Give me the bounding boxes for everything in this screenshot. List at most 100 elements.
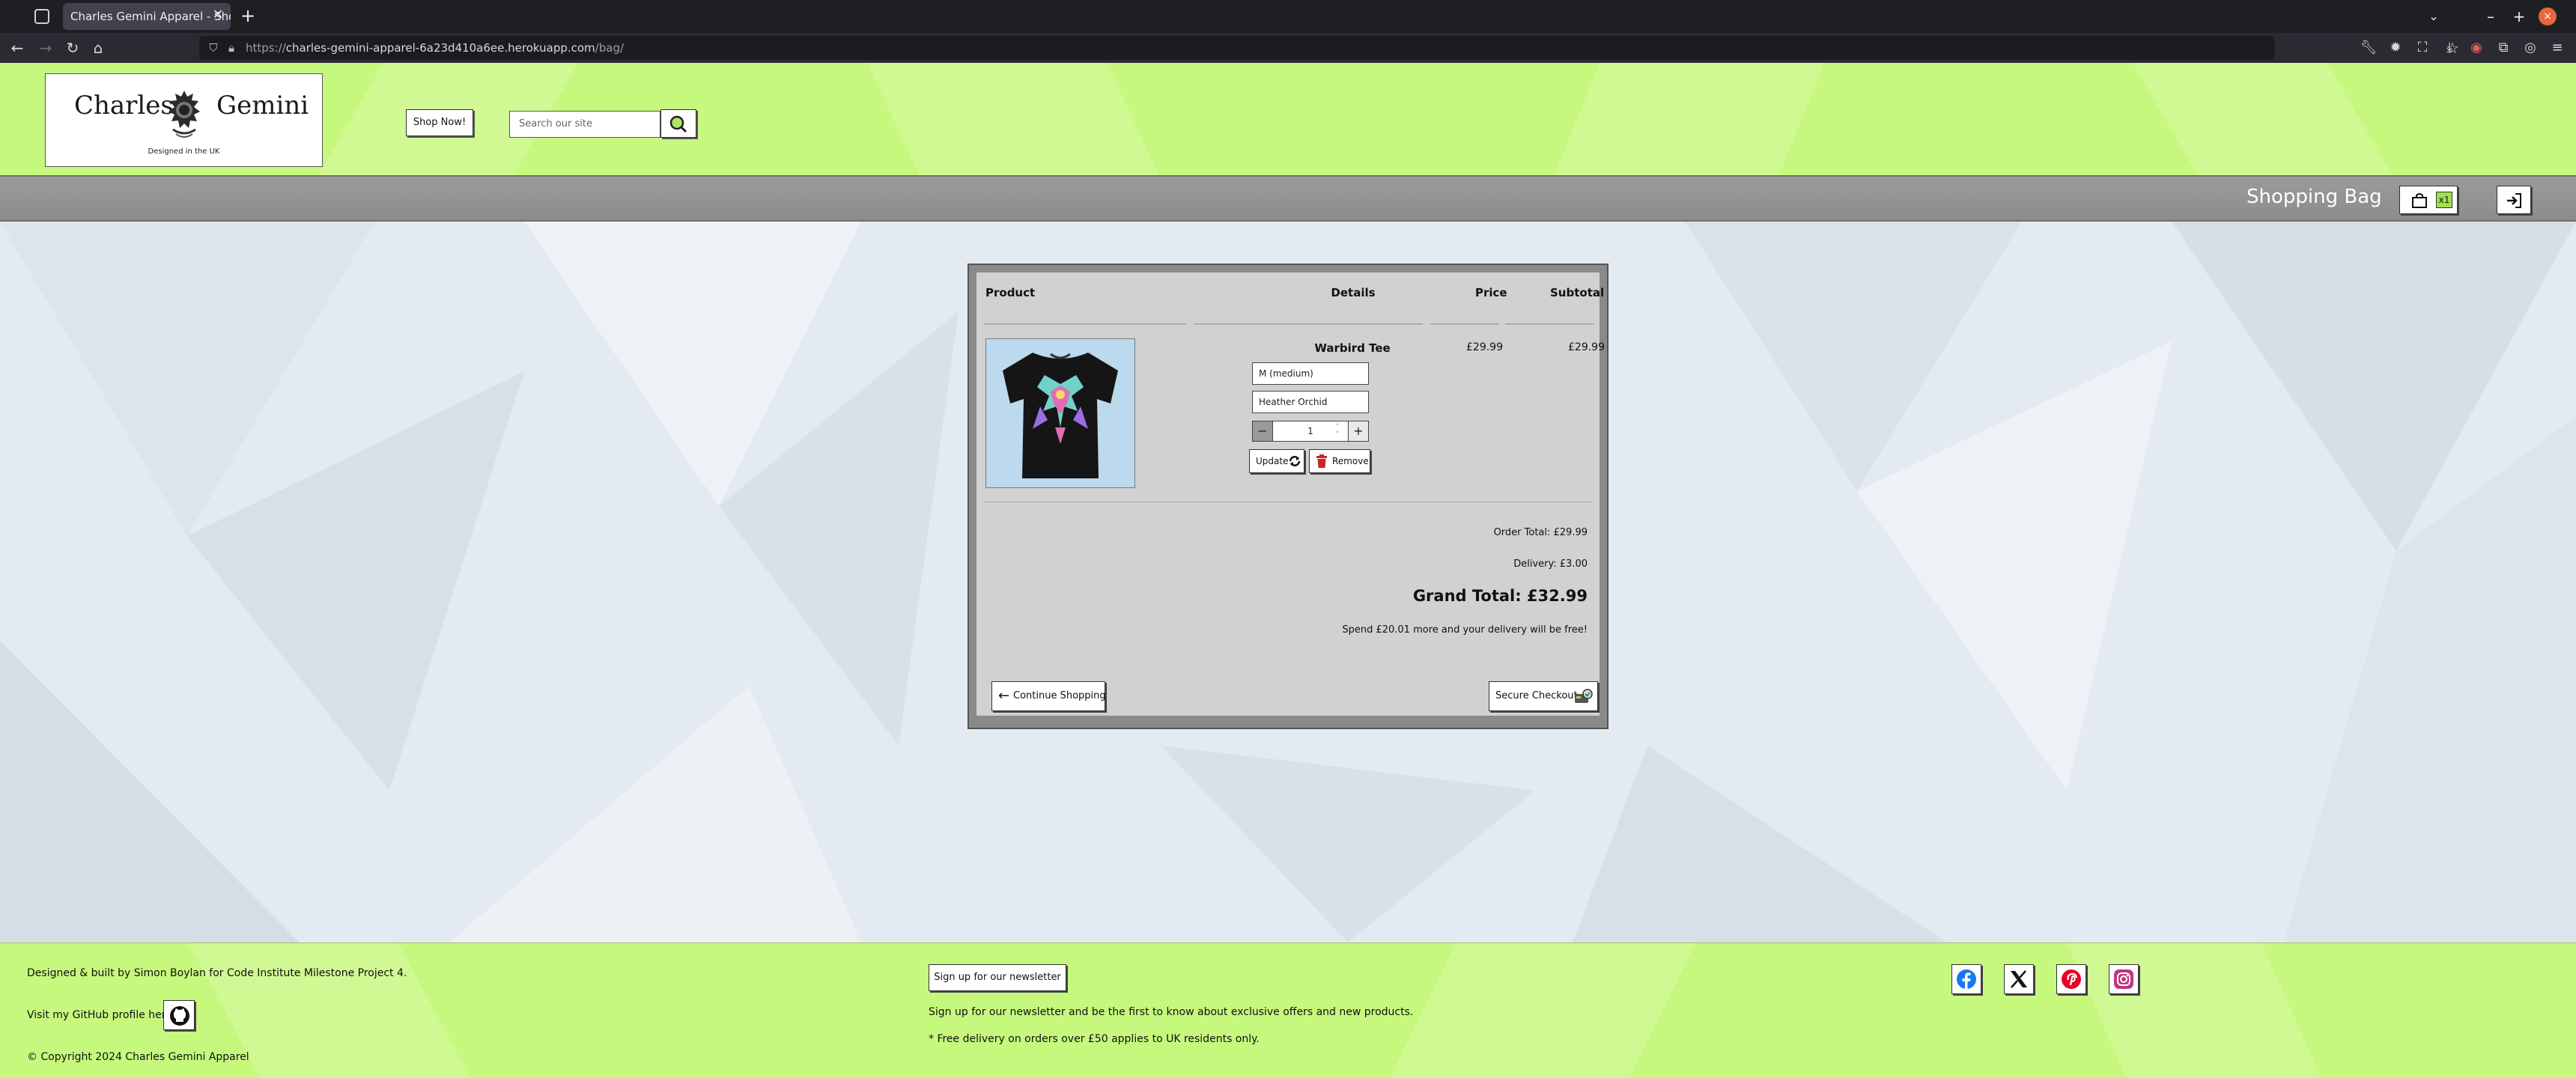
url-text[interactable]: https://charles-gemini-apparel-6a23d410a… — [246, 36, 624, 60]
wrench-icon[interactable]: 🔧︎ — [2359, 38, 2378, 58]
grand-total: Grand Total: £32.99 — [1412, 587, 1588, 605]
bag-contents: Product Details Price Subtotal Warbird T… — [976, 272, 1605, 716]
remove-label: Remove — [1332, 456, 1369, 466]
home-icon[interactable]: ⌂ — [88, 38, 108, 58]
delivery-cost: Delivery: £3.00 — [1513, 558, 1588, 570]
minimize-icon[interactable]: – — [2480, 6, 2501, 27]
colour-field: Heather Orchid — [1252, 391, 1369, 413]
logo-tagline: Designed in the UK — [148, 147, 220, 156]
search-icon — [669, 115, 687, 133]
column-header-subtotal: Subtotal — [1550, 286, 1605, 299]
forward-icon[interactable]: → — [36, 38, 55, 58]
url-path: /bag/ — [595, 41, 625, 55]
shopping-bag-icon — [2412, 193, 2427, 208]
header-pattern — [2119, 63, 2419, 175]
logo-word-left: Charles — [74, 91, 174, 121]
x-link[interactable] — [2004, 964, 2034, 994]
github-label: Visit my GitHub profile here: — [27, 1009, 176, 1021]
search-button[interactable] — [660, 109, 696, 138]
newsletter-text: Sign up for our newsletter and be the fi… — [929, 1006, 1414, 1018]
back-icon[interactable]: ← — [7, 38, 27, 58]
instagram-link[interactable] — [2109, 964, 2139, 994]
browser-tab-bar: Charles Gemini Apparel - Shopping Bag × … — [0, 0, 2576, 33]
newsletter-button[interactable]: Sign up for our newsletter — [929, 964, 1066, 991]
github-icon — [170, 1006, 189, 1026]
footer-pattern — [1375, 943, 1710, 1078]
product-image[interactable] — [985, 338, 1135, 488]
bag-count-badge: x1 — [2436, 192, 2452, 208]
update-button[interactable]: Update — [1249, 449, 1304, 473]
browser-tab[interactable]: Charles Gemini Apparel - Shopping Bag — [63, 3, 231, 30]
login-button[interactable] — [2497, 186, 2531, 214]
divider — [1194, 323, 1423, 325]
url-prefix: https:// — [246, 41, 286, 55]
search-input[interactable]: Search our site — [509, 111, 660, 138]
tab-close-icon[interactable]: × — [210, 6, 226, 22]
header-pattern — [853, 63, 1184, 175]
header-pattern — [1536, 63, 1834, 175]
product-price: £29.99 — [1466, 341, 1503, 353]
arrow-left-icon: ← — [998, 688, 1010, 704]
divider — [984, 323, 1186, 325]
extensions-puzzle-icon[interactable]: ⧉ — [2494, 38, 2513, 58]
pinterest-link[interactable] — [2056, 964, 2086, 994]
tab-title: Charles Gemini Apparel - Shopping Bag — [70, 10, 231, 23]
x-icon — [2011, 970, 2027, 988]
footer-pattern — [2053, 943, 2335, 1078]
divider — [1505, 323, 1594, 325]
tab-overflow-icon[interactable]: ⌄ — [2423, 6, 2444, 27]
secure-checkout-button[interactable]: Secure Checkout — [1489, 681, 1598, 711]
refresh-icon — [1289, 456, 1301, 466]
column-header-details: Details — [1331, 286, 1376, 299]
github-link[interactable] — [163, 1000, 195, 1030]
column-header-product: Product — [985, 286, 1036, 299]
shopping-bag-button[interactable]: x1 — [2399, 186, 2458, 214]
address-bar[interactable]: ⛉ 🔒︎ https://charles-gemini-apparel-6a23… — [199, 36, 2459, 60]
sign-in-icon — [2507, 193, 2521, 208]
copyright: © Copyright 2024 Charles Gemini Apparel — [27, 1051, 249, 1063]
quantity-decrement-button[interactable]: − — [1252, 421, 1273, 442]
reload-icon[interactable]: ↻ — [63, 38, 82, 58]
secure-checkout-label: Secure Checkout — [1495, 690, 1578, 701]
shopping-bag-card: Product Details Price Subtotal Warbird T… — [967, 264, 1609, 729]
downloads-icon[interactable]: ⤓ — [2440, 38, 2459, 58]
footer-credit: Designed & built by Simon Boylan for Cod… — [27, 967, 407, 979]
screenshot-icon[interactable]: ⛶ — [2413, 38, 2432, 58]
site-footer: Designed & built by Simon Boylan for Cod… — [0, 943, 2576, 1078]
product-name: Warbird Tee — [1314, 341, 1391, 355]
shop-now-button[interactable]: Shop Now! — [406, 109, 473, 136]
size-field: M (medium) — [1252, 362, 1369, 385]
window-close-icon[interactable]: × — [2539, 7, 2557, 25]
account-icon[interactable]: ◎ — [2521, 38, 2540, 58]
product-subtotal: £29.99 — [1568, 341, 1605, 353]
url-host: charles-gemini-apparel-6a23d410a6ee.hero… — [285, 41, 595, 55]
instagram-icon — [2114, 969, 2133, 989]
new-tab-icon[interactable]: + — [238, 6, 258, 25]
trash-icon — [1316, 454, 1327, 468]
facebook-link[interactable] — [1951, 964, 1981, 994]
extension-gear-icon[interactable]: ✹ — [2386, 38, 2405, 58]
site-logo[interactable]: Charles Gemini Designed in the UK — [45, 73, 323, 167]
browser-nav-bar: ← → ↻ ⌂ ⛉ 🔒︎ https://charles-gemini-appa… — [0, 33, 2576, 63]
t-shirt-image — [1003, 353, 1118, 478]
lock-icon[interactable]: 🔒︎ — [223, 39, 240, 57]
column-header-price: Price — [1475, 286, 1507, 299]
free-delivery-note: Spend £20.01 more and your delivery will… — [1342, 624, 1588, 636]
remove-button[interactable]: Remove — [1309, 449, 1370, 473]
shield-icon[interactable]: ⛉ — [205, 39, 222, 57]
divider — [1430, 323, 1499, 325]
menu-icon[interactable]: ≡ — [2548, 38, 2567, 58]
logo-word-right: Gemini — [216, 91, 309, 121]
continue-shopping-button[interactable]: ← Continue Shopping — [991, 681, 1106, 711]
quantity-spinner-icon[interactable]: ˄ ˅ — [1333, 424, 1342, 439]
quantity-increment-button[interactable]: + — [1348, 421, 1369, 442]
site-header: Charles Gemini Designed in the UK Shop N… — [0, 63, 2576, 175]
page-sub-header: Shopping Bag x1 — [0, 175, 2576, 222]
extension-icon[interactable]: ◉ — [2467, 38, 2486, 58]
maximize-icon[interactable]: + — [2509, 6, 2530, 27]
tab-list-icon[interactable] — [34, 9, 49, 24]
free-delivery-terms: * Free delivery on orders over £50 appli… — [929, 1033, 1260, 1045]
facebook-icon — [1957, 969, 1976, 989]
secure-checkout-icon — [1575, 689, 1593, 703]
pinterest-icon — [2062, 969, 2081, 989]
